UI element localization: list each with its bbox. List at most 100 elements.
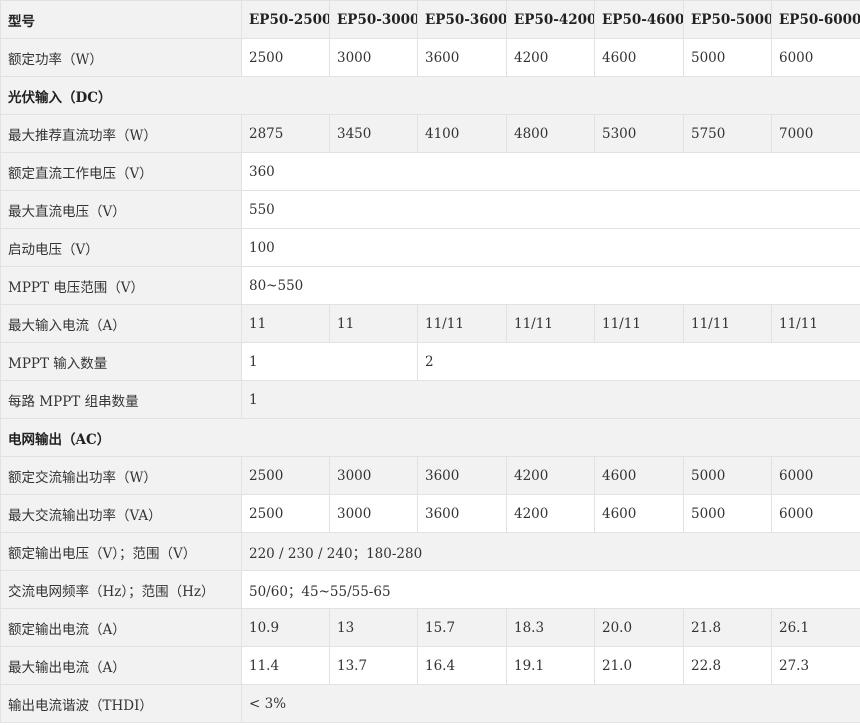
cell-value: 11 bbox=[329, 304, 418, 343]
cell-value: 3000 bbox=[329, 494, 418, 533]
table-header-row: 型号 EP50-2500 EP50-3000 EP50-3600 EP50-42… bbox=[0, 0, 860, 39]
cell-value: 11/11 bbox=[683, 304, 772, 343]
cell-value: 20.0 bbox=[594, 608, 684, 647]
cell-value: 2500 bbox=[241, 38, 330, 77]
cell-value: 4200 bbox=[506, 494, 595, 533]
row-label: 额定功率（W） bbox=[0, 38, 242, 77]
cell-value: 13 bbox=[329, 608, 418, 647]
cell-value: 13.7 bbox=[329, 646, 418, 685]
header-model: EP50-4600 bbox=[594, 0, 684, 39]
table-row: 交流电网频率（Hz）；范围（Hz） 50/60；45~55/55-65 bbox=[0, 570, 860, 609]
cell-value: 80~550 bbox=[241, 266, 860, 305]
cell-value: 5750 bbox=[683, 114, 772, 153]
cell-value: 2 bbox=[417, 342, 860, 381]
row-label: 最大直流电压（V） bbox=[0, 190, 242, 229]
table-row: 最大交流输出功率（VA） 2500 3000 3600 4200 4600 50… bbox=[0, 494, 860, 533]
table-row: 启动电压（V） 100 bbox=[0, 228, 860, 267]
header-model: EP50-3000 bbox=[329, 0, 418, 39]
cell-value: 11/11 bbox=[506, 304, 595, 343]
table-row: 额定输出电流（A） 10.9 13 15.7 18.3 20.0 21.8 26… bbox=[0, 608, 860, 647]
spec-table: 型号 EP50-2500 EP50-3000 EP50-3600 EP50-42… bbox=[0, 0, 860, 723]
cell-value: 7000 bbox=[771, 114, 860, 153]
cell-value: 5000 bbox=[683, 456, 772, 495]
table-row: 额定功率（W） 2500 3000 3600 4200 4600 5000 60… bbox=[0, 38, 860, 77]
row-label: 输出电流谐波（THDI） bbox=[0, 684, 242, 723]
cell-value: 11.4 bbox=[241, 646, 330, 685]
table-row: 最大输入电流（A） 11 11 11/11 11/11 11/11 11/11 … bbox=[0, 304, 860, 343]
header-model: EP50-6000 bbox=[771, 0, 860, 39]
cell-value: 15.7 bbox=[417, 608, 507, 647]
section-title-dc: 光伏输入（DC） bbox=[0, 76, 860, 115]
cell-value: 1 bbox=[241, 342, 418, 381]
row-label: MPPT 输入数量 bbox=[0, 342, 242, 381]
cell-value: 220 / 230 / 240；180-280 bbox=[241, 532, 860, 571]
cell-value: 11/11 bbox=[771, 304, 860, 343]
table-row: MPPT 输入数量 1 2 bbox=[0, 342, 860, 381]
cell-value: 3600 bbox=[417, 456, 507, 495]
cell-value: 4100 bbox=[417, 114, 507, 153]
row-label: 额定直流工作电压（V） bbox=[0, 152, 242, 191]
cell-value: 4600 bbox=[594, 38, 684, 77]
table-row: 最大输出电流（A） 11.4 13.7 16.4 19.1 21.0 22.8 … bbox=[0, 646, 860, 685]
row-label: 最大输入电流（A） bbox=[0, 304, 242, 343]
cell-value: 19.1 bbox=[506, 646, 595, 685]
cell-value: 550 bbox=[241, 190, 860, 229]
cell-value: 21.8 bbox=[683, 608, 772, 647]
cell-value: 4600 bbox=[594, 494, 684, 533]
row-label: 每路 MPPT 组串数量 bbox=[0, 380, 242, 419]
cell-value: 2875 bbox=[241, 114, 330, 153]
table-row: 额定交流输出功率（W） 2500 3000 3600 4200 4600 500… bbox=[0, 456, 860, 495]
row-label: MPPT 电压范围（V） bbox=[0, 266, 242, 305]
cell-value: 6000 bbox=[771, 494, 860, 533]
table-row: MPPT 电压范围（V） 80~550 bbox=[0, 266, 860, 305]
section-title-ac: 电网输出（AC） bbox=[0, 418, 860, 457]
cell-value: 21.0 bbox=[594, 646, 684, 685]
header-model: EP50-4200 bbox=[506, 0, 595, 39]
row-label: 最大输出电流（A） bbox=[0, 646, 242, 685]
header-model: EP50-2500 bbox=[241, 0, 330, 39]
cell-value: 5000 bbox=[683, 38, 772, 77]
cell-value: 11 bbox=[241, 304, 330, 343]
cell-value: 27.3 bbox=[771, 646, 860, 685]
cell-value: 1 bbox=[241, 380, 860, 419]
row-label: 最大交流输出功率（VA） bbox=[0, 494, 242, 533]
cell-value: 6000 bbox=[771, 456, 860, 495]
table-row: 最大直流电压（V） 550 bbox=[0, 190, 860, 229]
cell-value: 18.3 bbox=[506, 608, 595, 647]
table-row: 每路 MPPT 组串数量 1 bbox=[0, 380, 860, 419]
cell-value: 2500 bbox=[241, 456, 330, 495]
cell-value: 4600 bbox=[594, 456, 684, 495]
row-label: 额定交流输出功率（W） bbox=[0, 456, 242, 495]
header-model: EP50-3600 bbox=[417, 0, 507, 39]
cell-value: 100 bbox=[241, 228, 860, 267]
cell-value: 22.8 bbox=[683, 646, 772, 685]
cell-value: 3450 bbox=[329, 114, 418, 153]
cell-value: 4200 bbox=[506, 456, 595, 495]
header-model: EP50-5000 bbox=[683, 0, 772, 39]
section-row-dc: 光伏输入（DC） bbox=[0, 76, 860, 115]
cell-value: 16.4 bbox=[417, 646, 507, 685]
cell-value: 3600 bbox=[417, 38, 507, 77]
cell-value: 4800 bbox=[506, 114, 595, 153]
cell-value: 26.1 bbox=[771, 608, 860, 647]
cell-value: 50/60；45~55/55-65 bbox=[241, 570, 860, 609]
table-row: 输出电流谐波（THDI） < 3% bbox=[0, 684, 860, 723]
cell-value: 3000 bbox=[329, 456, 418, 495]
cell-value: 4200 bbox=[506, 38, 595, 77]
cell-value: 5000 bbox=[683, 494, 772, 533]
row-label: 额定输出电流（A） bbox=[0, 608, 242, 647]
cell-value: 11/11 bbox=[417, 304, 507, 343]
cell-value: 3600 bbox=[417, 494, 507, 533]
header-model-label: 型号 bbox=[0, 0, 242, 39]
cell-value: 2500 bbox=[241, 494, 330, 533]
row-label: 交流电网频率（Hz）；范围（Hz） bbox=[0, 570, 242, 609]
cell-value: 3000 bbox=[329, 38, 418, 77]
section-row-ac: 电网输出（AC） bbox=[0, 418, 860, 457]
table-row: 最大推荐直流功率（W） 2875 3450 4100 4800 5300 575… bbox=[0, 114, 860, 153]
row-label: 启动电压（V） bbox=[0, 228, 242, 267]
row-label: 额定输出电压（V）；范围（V） bbox=[0, 532, 242, 571]
table-row: 额定直流工作电压（V） 360 bbox=[0, 152, 860, 191]
cell-value: 360 bbox=[241, 152, 860, 191]
table-row: 额定输出电压（V）；范围（V） 220 / 230 / 240；180-280 bbox=[0, 532, 860, 571]
cell-value: 5300 bbox=[594, 114, 684, 153]
